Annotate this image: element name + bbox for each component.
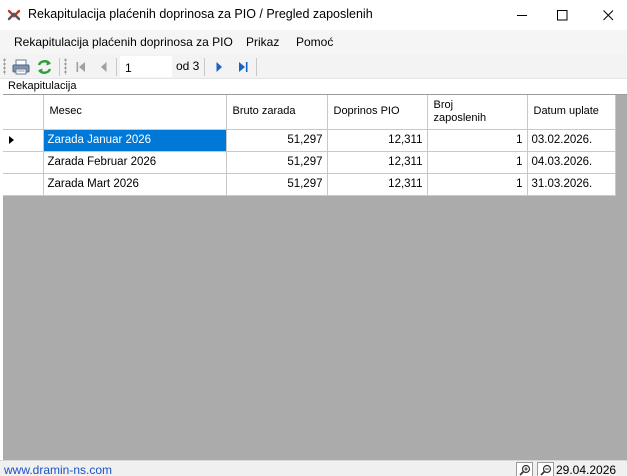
- header-row: Mesec Bruto zarada Doprinos PIO Broj zap…: [3, 95, 616, 130]
- print-button[interactable]: [10, 56, 31, 77]
- close-icon: [602, 9, 613, 20]
- maximize-icon: [556, 9, 567, 20]
- table-row[interactable]: Zarada Februar 2026 51,297 12,311 1 04.0…: [3, 151, 616, 174]
- cell-mesec[interactable]: Zarada Februar 2026: [43, 151, 227, 174]
- cell-bruto[interactable]: 51,297: [226, 151, 328, 174]
- cell-broj[interactable]: 1: [427, 129, 528, 152]
- cell-broj[interactable]: 1: [427, 173, 528, 196]
- first-page-button[interactable]: [70, 56, 91, 77]
- cell-bruto[interactable]: 51,297: [226, 173, 328, 196]
- menu-rekapitulacija[interactable]: Rekapitulacija plaćenih doprinosa za PIO: [14, 35, 233, 49]
- zoom-in-icon: [518, 464, 530, 476]
- cell-datum[interactable]: 31.03.2026.: [527, 173, 616, 196]
- current-row-arrow-icon: [9, 136, 14, 144]
- zoom-in-button[interactable]: [516, 462, 533, 476]
- next-page-button[interactable]: [208, 56, 229, 77]
- cell-mesec[interactable]: Zarada Mart 2026: [43, 173, 227, 196]
- column-header-doprinos-pio[interactable]: Doprinos PIO: [327, 95, 428, 130]
- zoom-out-button[interactable]: [537, 462, 554, 476]
- toolbar-separator: [59, 58, 60, 76]
- toolbar-separator-2: [116, 58, 117, 76]
- toolbar: od 3: [0, 54, 627, 79]
- column-header-broj-line2: zaposlenih: [433, 111, 487, 124]
- maximize-button[interactable]: [539, 0, 585, 30]
- website-link[interactable]: www.dramin-ns.com: [4, 463, 112, 476]
- cell-datum[interactable]: 04.03.2026.: [527, 151, 616, 174]
- column-header-broj-line1: Broj: [433, 98, 454, 111]
- table-row[interactable]: Zarada Mart 2026 51,297 12,311 1 31.03.2…: [3, 173, 616, 196]
- row-header[interactable]: [3, 173, 44, 196]
- toolbar-separator-4: [256, 58, 257, 76]
- cell-doprinos[interactable]: 12,311: [327, 129, 428, 152]
- title-bar: Rekapitulacija plaćenih doprinosa za PIO…: [0, 0, 627, 30]
- next-page-icon: [216, 61, 222, 72]
- cell-bruto[interactable]: 51,297: [226, 129, 328, 152]
- printer-icon: [12, 59, 29, 74]
- row-header-corner[interactable]: [3, 95, 44, 130]
- minimize-icon: [516, 14, 527, 16]
- status-bar: www.dramin-ns.com 29.04.2026: [0, 460, 627, 476]
- close-button[interactable]: [585, 0, 627, 30]
- menu-prikaz[interactable]: Prikaz: [246, 35, 279, 49]
- toolbar-grip-2[interactable]: [64, 58, 67, 75]
- page-count-label: od 3: [176, 59, 200, 73]
- menu-pomoc[interactable]: Pomoć: [296, 35, 333, 49]
- cell-datum[interactable]: 03.02.2026.: [527, 129, 616, 152]
- cell-broj[interactable]: 1: [427, 151, 528, 174]
- previous-page-icon: [100, 61, 106, 72]
- column-header-datum-uplate[interactable]: Datum uplate: [527, 95, 616, 130]
- refresh-icon: [37, 59, 52, 74]
- previous-page-button[interactable]: [93, 56, 114, 77]
- menu-bar: Rekapitulacija plaćenih doprinosa za PIO…: [0, 30, 627, 54]
- row-header[interactable]: [3, 151, 44, 174]
- current-page-input[interactable]: [120, 56, 172, 77]
- column-header-broj-zaposlenih[interactable]: Broj zaposlenih: [427, 95, 528, 130]
- column-header-bruto-zarada[interactable]: Bruto zarada: [226, 95, 328, 130]
- cell-doprinos[interactable]: 12,311: [327, 173, 428, 196]
- group-label: Rekapitulacija: [8, 80, 77, 92]
- toolbar-separator-3: [204, 58, 205, 76]
- first-page-icon: [76, 61, 85, 72]
- recap-table: Mesec Bruto zarada Doprinos PIO Broj zap…: [3, 95, 616, 196]
- app-logo-icon: [7, 9, 21, 21]
- cell-doprinos[interactable]: 12,311: [327, 151, 428, 174]
- status-date: 29.04.2026: [556, 463, 617, 476]
- window-title: Rekapitulacija plaćenih doprinosa za PIO…: [28, 7, 373, 21]
- refresh-button[interactable]: [34, 56, 55, 77]
- last-page-button[interactable]: [232, 56, 253, 77]
- table-row[interactable]: Zarada Januar 2026 51,297 12,311 1 03.02…: [3, 129, 616, 152]
- last-page-icon: [238, 61, 247, 72]
- cell-mesec[interactable]: Zarada Januar 2026: [43, 129, 227, 152]
- row-header[interactable]: [3, 129, 44, 152]
- toolbar-grip[interactable]: [3, 58, 6, 75]
- data-grid[interactable]: Mesec Bruto zarada Doprinos PIO Broj zap…: [3, 94, 627, 460]
- column-header-mesec[interactable]: Mesec: [43, 95, 227, 130]
- zoom-out-icon: [539, 464, 551, 476]
